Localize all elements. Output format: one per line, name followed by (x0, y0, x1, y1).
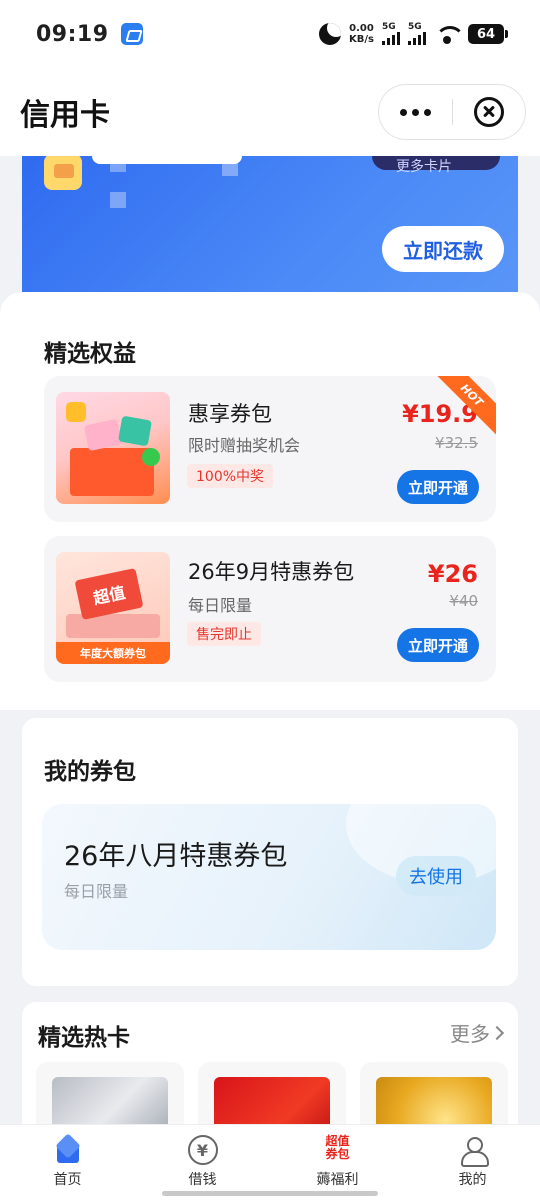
wifi-icon (434, 24, 465, 44)
card-illustration-icon (44, 156, 82, 190)
tab-label: 薅福利 (316, 1172, 359, 1188)
hot-card-item[interactable] (36, 1062, 184, 1132)
status-icons: 0.00 KB/s 5G 5G 64 (319, 23, 508, 45)
tab-label: 首页 (53, 1172, 82, 1188)
network-speed: 0.00 KB/s (349, 23, 374, 45)
offer-name: 惠享券包 (188, 402, 272, 426)
more-link[interactable]: 更多 (450, 1018, 505, 1047)
promo-icon-line2: 券包 (325, 1147, 350, 1161)
tab-label: 我的 (458, 1172, 487, 1188)
more-options-button[interactable] (379, 85, 452, 139)
sim1-label: 5G (382, 22, 396, 32)
pixel-decoration (110, 192, 126, 208)
activate-now-button[interactable]: 立即开通 (397, 470, 479, 504)
bottom-tab-bar: 首页 ¥ 借钱 超值 券包 薅福利 我的 (0, 1124, 540, 1200)
promo-icon: 超值 券包 (323, 1135, 353, 1165)
my-coupons-title: 我的券包 (44, 759, 136, 785)
use-voucher-button[interactable]: 去使用 (396, 856, 476, 896)
offer-tag: 100%中奖 (187, 464, 274, 488)
close-button[interactable] (453, 85, 525, 139)
offer-card-special-pack[interactable]: 超值 年度大额券包 26年9月特惠券包 每日限量 售完即止 ¥26 ¥40 立即… (44, 536, 496, 682)
app-notification-icon (120, 23, 143, 45)
signal-bars-icon (382, 32, 400, 45)
offer-price: ¥26 (427, 560, 478, 588)
signal-sim1: 5G (382, 23, 400, 45)
home-icon (53, 1135, 83, 1165)
card-shape (117, 415, 153, 447)
do-not-disturb-icon (319, 23, 342, 45)
offer-card-coupon-pack[interactable]: 惠享券包 限时赠抽奖机会 100%中奖 ¥19.9 ¥32.5 立即开通 HOT (44, 376, 496, 522)
home-indicator (162, 1191, 378, 1196)
status-time: 09:19 (36, 21, 109, 47)
tab-home[interactable]: 首页 (0, 1125, 135, 1200)
signal-bars-icon (408, 32, 426, 45)
app-icon (66, 402, 86, 422)
status-bar: 09:19 0.00 KB/s 5G 5G 64 (0, 0, 540, 68)
special-pack-image: 超值 年度大额券包 (56, 552, 170, 664)
box-shape (66, 614, 160, 638)
offer-original-price: ¥40 (449, 592, 478, 610)
card-shape (83, 418, 123, 452)
offer-name: 26年9月特惠券包 (188, 560, 355, 584)
more-link-label: 更多 (450, 1022, 490, 1046)
tab-borrow[interactable]: ¥ 借钱 (135, 1125, 270, 1200)
my-coupons-section: 我的券包 26年八月特惠券包 每日限量 去使用 (22, 718, 518, 986)
activate-now-button[interactable]: 立即开通 (397, 628, 479, 662)
offer-subtitle: 限时赠抽奖机会 (188, 436, 301, 455)
promo-icon-line1: 超值 (325, 1134, 350, 1148)
more-cards-pill[interactable]: 更多卡片 (372, 156, 500, 175)
dot-icon (424, 108, 431, 116)
voucher-card[interactable]: 26年八月特惠券包 每日限量 去使用 (42, 804, 496, 950)
offer-subtitle: 每日限量 (188, 596, 253, 615)
voucher-subtitle: 每日限量 (64, 882, 129, 901)
image-caption: 年度大额券包 (56, 642, 170, 664)
sim2-label: 5G (408, 22, 422, 32)
repay-now-button[interactable]: 立即还款 (382, 226, 504, 272)
value-badge: 超值 (74, 567, 144, 621)
benefits-section: 精选权益 惠享券包 限时赠抽奖机会 100%中奖 ¥19.9 ¥32.5 立即开… (0, 292, 540, 710)
tab-label: 借钱 (188, 1172, 217, 1188)
hot-card-item[interactable] (360, 1062, 508, 1132)
close-icon (473, 97, 504, 127)
battery-icon: 64 (468, 24, 508, 44)
signal-sim2: 5G (408, 23, 426, 45)
nav-bar: 信用卡 (0, 68, 540, 156)
mini-program-capsule (378, 84, 526, 140)
voucher-name: 26年八月特惠券包 (64, 841, 288, 872)
network-speed-value: 0.00 (349, 23, 374, 34)
person-icon (458, 1135, 489, 1167)
offer-original-price: ¥32.5 (435, 434, 478, 452)
chevron-right-icon (489, 1025, 505, 1040)
coupon-pack-image (56, 392, 170, 504)
more-cards-pill-label: 更多卡片 (396, 159, 452, 175)
hot-cards-title: 精选热卡 (38, 1025, 130, 1051)
benefits-title: 精选权益 (44, 341, 136, 367)
tab-me[interactable]: 我的 (405, 1125, 540, 1200)
credit-card-banner[interactable]: 更多卡片 立即还款 (22, 156, 518, 306)
pixel-decoration (222, 160, 238, 176)
dot-icon (400, 108, 407, 116)
yen-icon: ¥ (187, 1135, 218, 1165)
offer-tag: 售完即止 (187, 622, 261, 646)
page-title: 信用卡 (20, 98, 110, 133)
tab-benefits[interactable]: 超值 券包 薅福利 (270, 1125, 405, 1200)
app-icon (142, 448, 160, 466)
pixel-decoration (110, 156, 126, 172)
dot-icon (412, 108, 419, 116)
hot-cards-section: 精选热卡 更多 (22, 1002, 518, 1132)
network-speed-unit: KB/s (349, 34, 374, 45)
hot-card-item[interactable] (198, 1062, 346, 1132)
